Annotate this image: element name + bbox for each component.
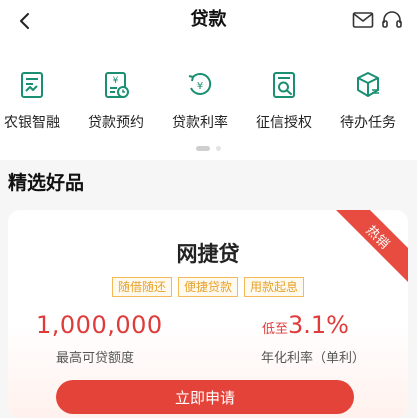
quick-item-agri-smart-finance[interactable]: 农银智融 — [0, 68, 74, 138]
product-name: 网捷贷 — [176, 242, 240, 266]
message-button[interactable] — [351, 8, 375, 32]
product-tags: 随借随还 便捷贷款 用款起息 — [8, 277, 408, 297]
max-loan-amount: 1,000,000 — [36, 311, 163, 339]
quick-item-label: 待办任务 — [340, 115, 396, 131]
mail-icon — [352, 12, 374, 28]
customer-service-button[interactable] — [380, 8, 404, 32]
apply-now-button[interactable]: 立即申请 — [56, 380, 354, 414]
page-dot-active — [196, 146, 210, 151]
report-chart-icon — [21, 72, 43, 98]
rate-prefix: 低至 — [262, 322, 289, 337]
product-card[interactable]: 热销 网捷贷 随借随还 便捷贷款 用款起息 1,000,000 最高可贷额度 低… — [8, 210, 408, 418]
quick-item-credit-authorization[interactable]: 征信授权 — [242, 68, 326, 138]
product-tag: 随借随还 — [111, 277, 172, 297]
max-loan-amount-label: 最高可贷额度 — [56, 351, 135, 366]
rate-value: 3.1% — [288, 311, 349, 339]
quick-item-pending-tasks[interactable]: 待办任务 — [326, 68, 410, 138]
loan-appointment-icon: ¥ — [105, 72, 129, 98]
headset-icon — [382, 11, 402, 28]
section-title: 精选好品 — [8, 172, 85, 194]
task-box-icon — [357, 72, 379, 97]
top-bar: 贷款 — [0, 0, 417, 60]
quick-item-loan-rate[interactable]: ¥ 贷款利率 — [158, 68, 242, 138]
svg-text:¥: ¥ — [113, 76, 119, 86]
interest-rate-label: 年化利率（单利） — [261, 351, 366, 366]
quick-item-loan-appointment[interactable]: ¥ 贷款预约 — [74, 68, 158, 138]
product-tag: 用款起息 — [244, 277, 305, 297]
quick-item-label: 贷款预约 — [88, 115, 144, 131]
quick-menu: 农银智融 ¥ 贷款预约 ¥ 贷款利率 征信授权 待办任务 — [0, 60, 417, 160]
interest-rate: 低至3.1% — [262, 311, 349, 339]
credit-check-icon — [273, 72, 295, 98]
page-dot — [216, 146, 221, 151]
quick-item-label: 贷款利率 — [172, 115, 228, 131]
quick-item-label: 征信授权 — [256, 115, 312, 131]
quick-item-label: 农银智融 — [4, 115, 60, 131]
product-tag: 便捷贷款 — [177, 277, 238, 297]
svg-text:¥: ¥ — [197, 81, 203, 92]
page-indicator — [0, 146, 417, 151]
interest-rate-icon: ¥ — [188, 72, 212, 95]
